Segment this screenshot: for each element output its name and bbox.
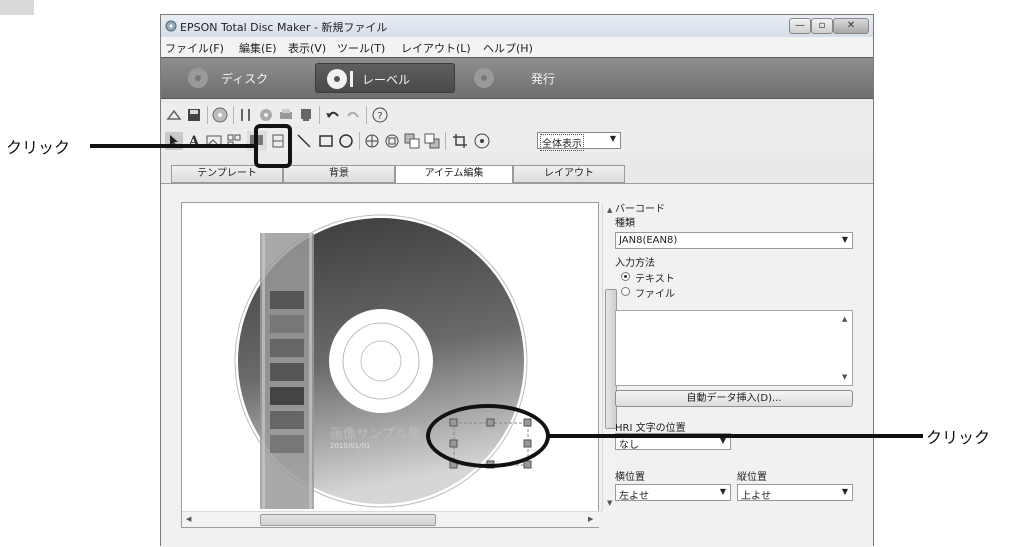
auto-insert-button[interactable]: 自動データ挿入(D)... <box>615 390 853 407</box>
ellipse-tool-icon[interactable] <box>337 132 355 150</box>
disc-mode-icon <box>188 68 208 88</box>
window-title: EPSON Total Disc Maker - 新規ファイル <box>180 21 388 34</box>
scroll-up-icon[interactable]: ▲ <box>842 315 847 323</box>
label-mode-icon <box>327 69 353 89</box>
chevron-down-icon: ▼ <box>841 235 848 244</box>
minimize-button[interactable]: — <box>789 18 811 34</box>
svg-text:?: ? <box>377 111 382 122</box>
chevron-down-icon: ▼ <box>609 134 616 143</box>
label-canvas[interactable]: 画像サンプル集 2010/01/01 ▲ ▼ ◀ ▶ <box>181 202 618 528</box>
callout-right-line <box>549 434 923 438</box>
toolbar-separator <box>207 106 208 124</box>
horizontal-scrollbar[interactable]: ◀ ▶ <box>182 511 602 527</box>
input-method-label: 入力方法 <box>615 258 655 269</box>
radio-file[interactable] <box>621 287 630 296</box>
disc-title: 画像サンプル集 <box>330 427 421 442</box>
vertical-position-label: 縦位置 <box>737 472 767 483</box>
save-icon[interactable] <box>185 106 203 124</box>
menu-edit[interactable]: 編集(E) <box>239 40 277 56</box>
line-tool-icon[interactable] <box>295 132 313 150</box>
content-area: 画像サンプル集 2010/01/01 ▲ ▼ ◀ ▶ バーコード 種類 JAN8… <box>161 183 873 547</box>
radio-text[interactable] <box>621 272 630 281</box>
tab-background[interactable]: 背景 <box>283 165 395 183</box>
type-label: 種類 <box>615 218 635 229</box>
barcode-data-input[interactable]: ▲ ▼ <box>615 310 853 386</box>
toolbar-separator <box>366 106 367 124</box>
callout-left-line <box>90 144 258 148</box>
hri-position-value: なし <box>619 440 639 451</box>
mode-disc-label: ディスク <box>221 72 269 86</box>
zoom-select[interactable]: 全体表示 ▼ <box>537 132 621 151</box>
corner-marker <box>0 0 34 15</box>
mode-publish-label: 発行 <box>531 72 556 86</box>
app-logo-icon <box>165 20 177 32</box>
chevron-down-icon: ▼ <box>719 487 726 496</box>
callout-left-text: クリック <box>6 138 71 157</box>
menu-view[interactable]: 表示(V) <box>288 40 326 56</box>
stamp-icon[interactable] <box>297 106 315 124</box>
menu-file[interactable]: ファイル(F) <box>165 40 224 56</box>
scroll-down-icon[interactable]: ▼ <box>607 499 612 507</box>
bring-front-icon[interactable] <box>403 132 421 150</box>
redo-icon[interactable] <box>344 106 362 124</box>
barcode-section-title: バーコード <box>615 204 665 215</box>
toolbar-separator <box>319 106 320 124</box>
disc-guide-icon[interactable] <box>473 132 491 150</box>
scroll-up-icon[interactable]: ▲ <box>607 206 612 214</box>
horizontal-position-label: 横位置 <box>615 472 645 483</box>
scroll-thumb[interactable] <box>260 514 436 526</box>
title-bar: EPSON Total Disc Maker - 新規ファイル — ▫ ✕ <box>161 15 873 37</box>
align-icon[interactable] <box>363 132 381 150</box>
mode-disc[interactable]: ディスク <box>181 63 291 93</box>
print-icon[interactable] <box>277 106 295 124</box>
horizontal-position-value: 左よせ <box>619 491 649 502</box>
callout-right-text: クリック <box>926 428 991 447</box>
toolbar-separator <box>445 132 446 150</box>
barcode-type-select[interactable]: JAN8(EAN8) ▼ <box>615 232 853 249</box>
toolbar-separator <box>359 132 360 150</box>
menu-layout[interactable]: レイアウト(L) <box>401 40 471 56</box>
chevron-down-icon: ▼ <box>841 487 848 496</box>
vertical-position-select[interactable]: 上よせ ▼ <box>737 484 853 502</box>
disc-icon[interactable] <box>211 106 229 124</box>
tab-item-edit[interactable]: アイテム編集 <box>395 165 513 184</box>
disc-preview <box>234 214 532 509</box>
tab-layout[interactable]: レイアウト <box>513 165 625 183</box>
menu-tools[interactable]: ツール(T) <box>337 40 385 56</box>
vertical-position-value: 上よせ <box>741 491 771 502</box>
radio-text-label: テキスト <box>635 274 675 285</box>
new-icon[interactable] <box>165 106 183 124</box>
disc-date: 2010/01/01 <box>330 442 371 450</box>
radio-file-label: ファイル <box>635 289 675 300</box>
callout-barcode-object-highlight <box>426 404 550 468</box>
scroll-right-icon[interactable]: ▶ <box>588 515 593 523</box>
mode-bar: ディスク レーベル 発行 <box>161 57 873 99</box>
mode-label[interactable]: レーベル <box>315 63 455 93</box>
scroll-down-icon[interactable]: ▼ <box>842 373 847 381</box>
mode-publish[interactable]: 発行 <box>467 63 577 93</box>
publish-mode-icon <box>474 68 494 88</box>
help-icon[interactable]: ? <box>371 106 389 124</box>
rect-tool-icon[interactable] <box>317 132 335 150</box>
scroll-left-icon[interactable]: ◀ <box>186 515 191 523</box>
horizontal-position-select[interactable]: 左よせ ▼ <box>615 484 731 502</box>
menu-bar: ファイル(F) 編集(E) 表示(V) ツール(T) レイアウト(L) ヘルプ(… <box>161 37 873 57</box>
send-back-icon[interactable] <box>423 132 441 150</box>
hri-position-label: HRI 文字の位置 <box>615 423 686 434</box>
callout-barcode-highlight <box>254 124 292 168</box>
barcode-type-value: JAN8(EAN8) <box>619 235 678 246</box>
menu-help[interactable]: ヘルプ(H) <box>483 40 533 56</box>
maximize-button[interactable]: ▫ <box>811 18 833 34</box>
distribute-icon[interactable] <box>383 132 401 150</box>
close-button[interactable]: ✕ <box>833 18 869 34</box>
app-window: EPSON Total Disc Maker - 新規ファイル — ▫ ✕ ファ… <box>160 14 874 547</box>
print-preview-icon[interactable] <box>257 106 275 124</box>
tools-icon[interactable] <box>237 106 255 124</box>
toolbar-separator <box>233 106 234 124</box>
crop-icon[interactable] <box>451 132 469 150</box>
mode-label-label: レーベル <box>362 73 411 87</box>
zoom-value: 全体表示 <box>540 134 584 151</box>
undo-icon[interactable] <box>324 106 342 124</box>
